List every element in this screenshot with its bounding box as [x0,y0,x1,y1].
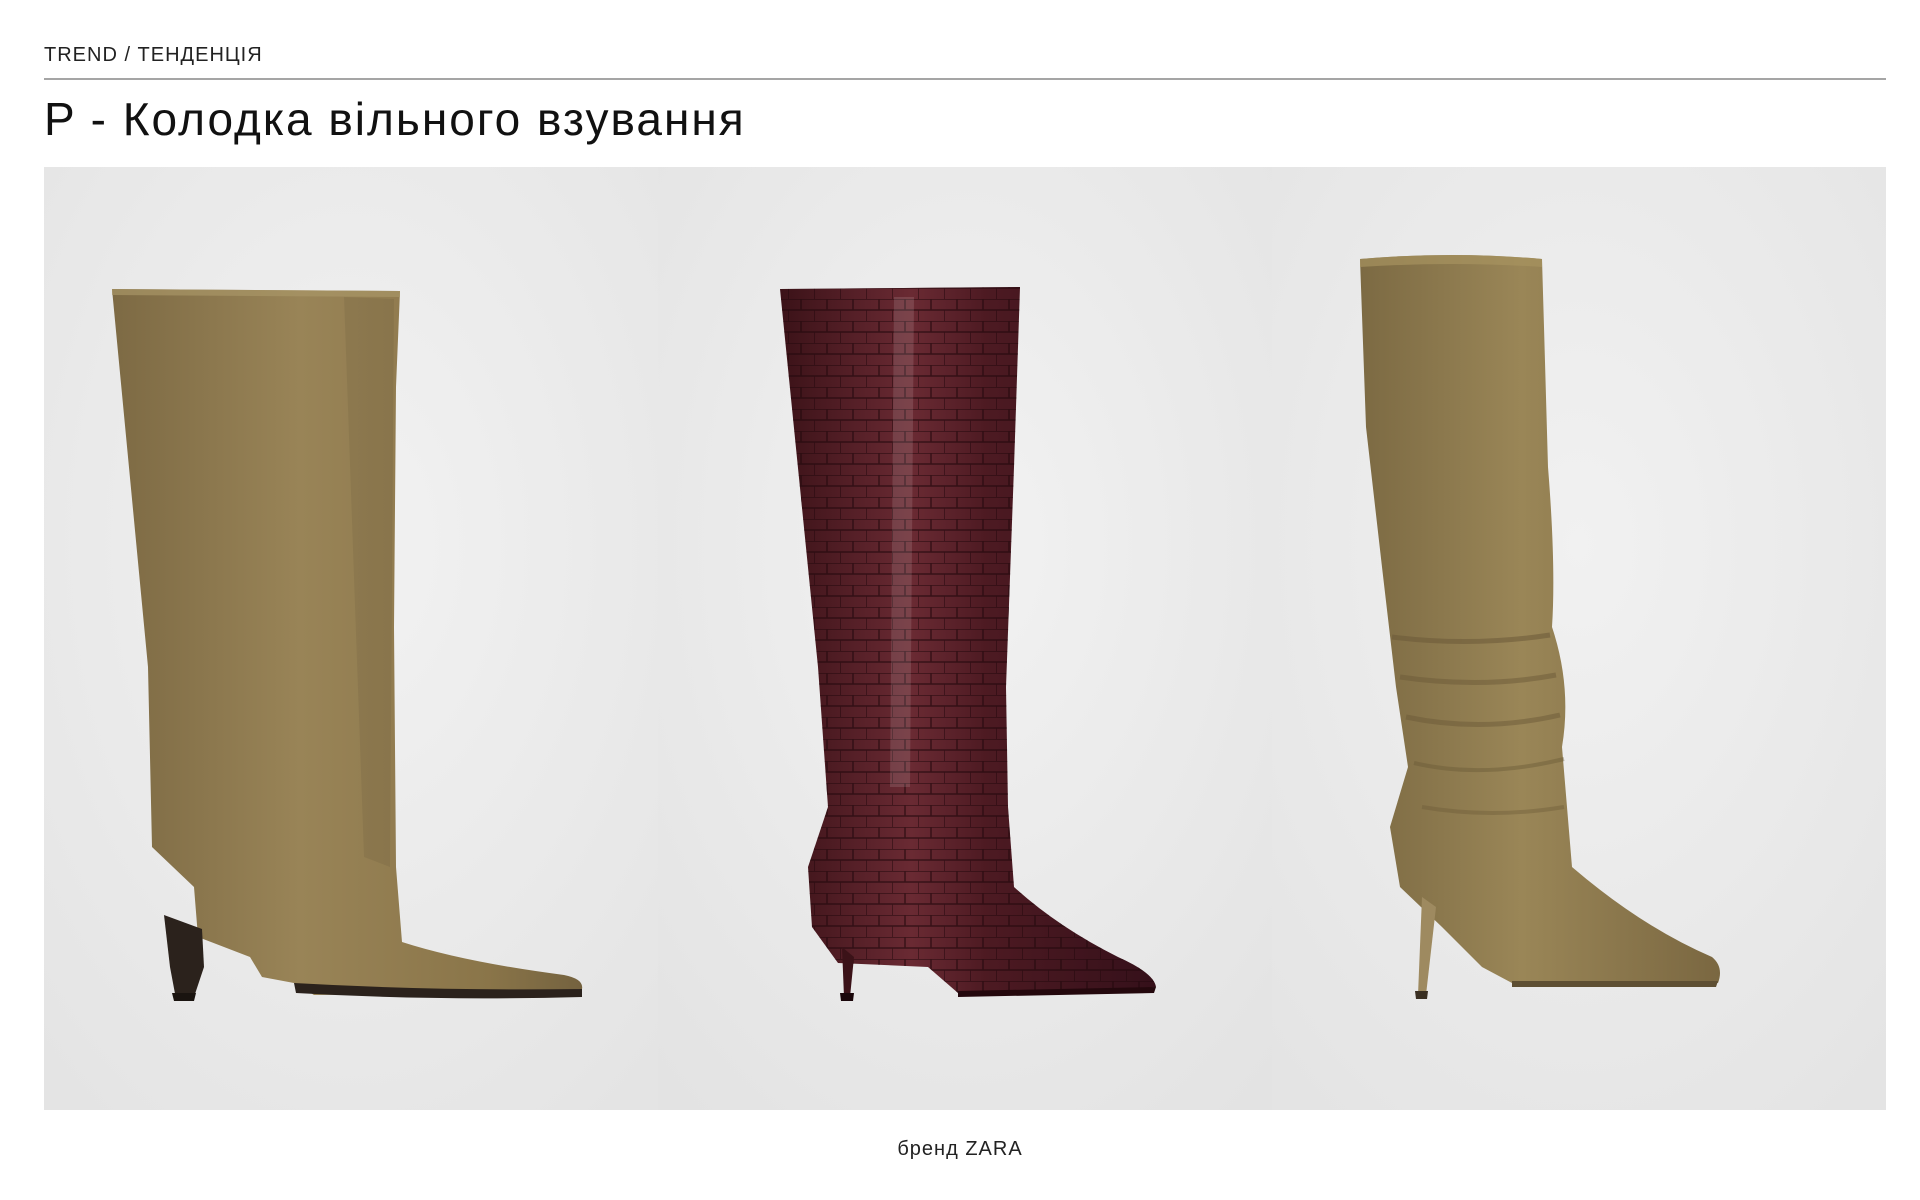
header-divider [44,78,1886,80]
brand-caption: бренд ZARA [897,1138,1023,1160]
boot-image-2 [658,167,1272,1110]
boot-image-1 [44,167,658,1110]
boot-gallery [44,167,1886,1110]
section-label: TREND / ТЕНДЕНЦІЯ [44,44,263,66]
page-title: P - Колодка вільного взування [44,93,746,145]
boot-image-3 [1272,167,1886,1110]
